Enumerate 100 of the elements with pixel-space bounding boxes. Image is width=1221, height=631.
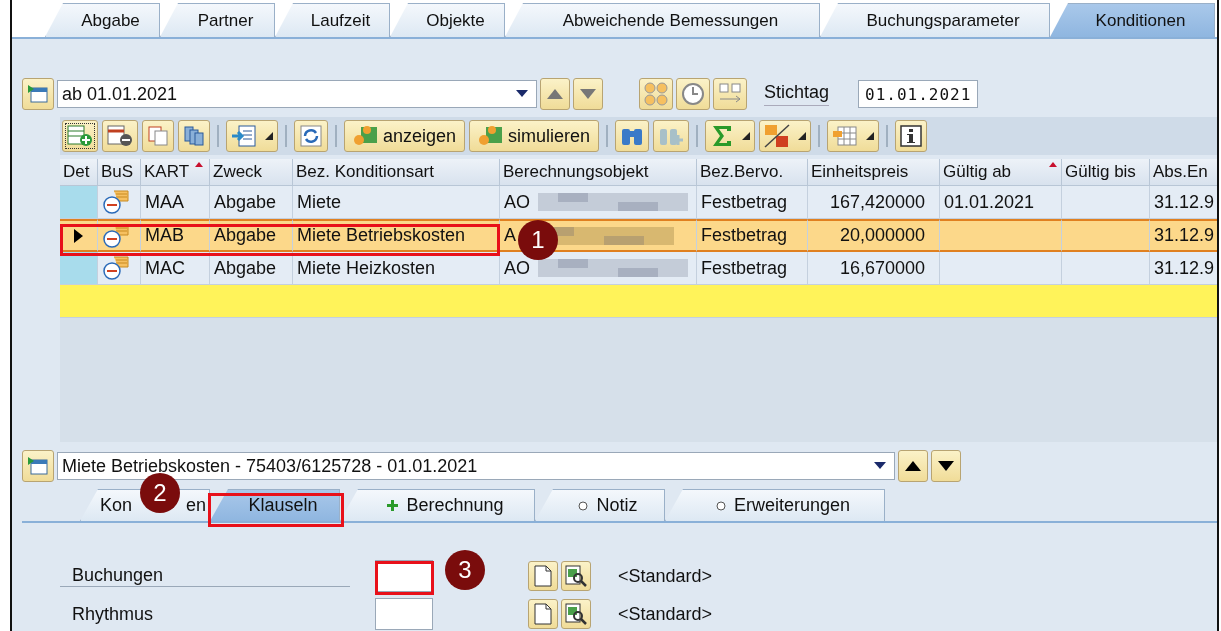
refresh-button[interactable] <box>294 120 328 152</box>
tab[interactable]: Partner <box>160 3 275 37</box>
coins-icon <box>478 125 505 147</box>
circle-icon <box>578 500 589 511</box>
tab[interactable]: Objekte <box>390 3 505 37</box>
page-magnifier-icon <box>565 565 587 587</box>
column-header[interactable]: BuS <box>98 159 141 186</box>
default-value: <Standard> <box>618 565 713 587</box>
table-cell: Miete Betriebskosten <box>293 219 500 252</box>
grid-icon <box>832 125 859 147</box>
timeline-button[interactable] <box>713 78 747 110</box>
row-plus-icon <box>67 125 93 147</box>
copy-icon <box>147 125 169 147</box>
down-triangle-icon <box>580 89 596 99</box>
condition-icon <box>102 255 130 281</box>
tab[interactable]: Buchungsparameter <box>820 3 1050 37</box>
column-header[interactable]: Gültig bis <box>1062 159 1150 186</box>
info-icon <box>900 125 923 147</box>
tab[interactable]: Erweiterungen <box>665 489 885 521</box>
date-field[interactable]: 01.01.2021 <box>858 80 979 108</box>
field-label: Buchungen <box>60 565 350 587</box>
column-header[interactable]: Det <box>60 159 98 186</box>
window-icon <box>27 84 49 104</box>
table-cell: A <box>504 225 516 246</box>
plus-icon <box>387 500 399 511</box>
table-cell: 20,000000 <box>808 219 940 252</box>
info-button[interactable] <box>895 120 928 152</box>
column-header[interactable]: Berechnungsobjekt <box>500 159 697 186</box>
column-header[interactable]: Gültig ab <box>940 159 1062 186</box>
row-minus-icon <box>107 125 133 147</box>
subtotal-button[interactable] <box>759 120 812 152</box>
tab[interactable]: Konditionen <box>1050 3 1215 37</box>
table-cell: 31.12.9 <box>1150 252 1217 285</box>
clocks-button[interactable] <box>639 78 673 110</box>
table-cell: 167,420000 <box>808 186 940 219</box>
table-cell: Abgabe <box>210 252 293 285</box>
down-triangle-icon <box>938 461 954 471</box>
display-button[interactable] <box>561 561 591 591</box>
table-cell: Miete <box>293 186 500 219</box>
find-button[interactable] <box>615 120 650 152</box>
circle-icon <box>715 500 726 511</box>
table-cell: 31.12.9 <box>1150 219 1217 252</box>
multi-copy-button[interactable] <box>178 120 210 152</box>
table-cell: AO <box>504 257 530 279</box>
tab[interactable]: Laufzeit <box>275 3 390 37</box>
dropdown-arrow-icon <box>874 462 886 470</box>
toolbar-button[interactable]: simulieren <box>469 120 600 152</box>
dropdown-corner-icon <box>798 132 807 140</box>
window-icon <box>27 456 49 476</box>
column-header[interactable]: Zweck <box>210 159 293 186</box>
table-cell: MAB <box>141 219 210 252</box>
column-header[interactable]: Bez.Bervo. <box>697 159 808 186</box>
sigma-slash-icon <box>764 124 791 148</box>
import-list-icon <box>231 125 257 147</box>
column-header[interactable]: Abs.En <box>1150 159 1217 186</box>
input-field[interactable] <box>375 598 433 630</box>
field-label: Rhythmus <box>71 603 155 625</box>
table-cell: AO <box>504 191 530 213</box>
clocks-icon <box>644 82 668 106</box>
dropdown-corner-icon <box>742 132 751 140</box>
clock-button[interactable] <box>676 78 710 110</box>
layout-button[interactable] <box>22 450 54 482</box>
table-cell: Abgabe <box>210 186 293 219</box>
layout-grid-button[interactable] <box>827 120 880 152</box>
delete-row-button[interactable] <box>102 120 138 152</box>
table-cell: 31.12.9 <box>1150 186 1217 219</box>
column-header[interactable]: Bez. Konditionsart <box>293 159 500 186</box>
find-next-button[interactable] <box>653 120 690 152</box>
condition-dropdown[interactable]: Miete Betriebskosten - 75403/6125728 - 01.01.2021 <box>57 452 895 480</box>
column-header[interactable]: Einheitspreis <box>808 159 940 186</box>
column-header[interactable]: KART <box>141 159 210 186</box>
display-button[interactable] <box>561 599 591 629</box>
period-dropdown[interactable]: ab 01.01.2021 <box>57 80 537 108</box>
default-value: <Standard> <box>618 603 713 625</box>
toolbar-button[interactable]: anzeigen <box>344 120 466 152</box>
stacked-pages-icon <box>183 125 205 147</box>
clock-icon <box>681 82 705 106</box>
tab[interactable]: Notiz <box>535 489 665 521</box>
previous-button[interactable] <box>898 450 928 482</box>
table-cell: Miete Heizkosten <box>293 252 500 285</box>
field-label: Stichtag <box>764 82 830 106</box>
next-button[interactable] <box>931 450 961 482</box>
row-marker-icon <box>74 228 83 243</box>
layout-button[interactable] <box>22 78 54 110</box>
add-row-button[interactable] <box>62 120 98 152</box>
dropdown-corner-icon <box>866 132 875 140</box>
refresh-icon <box>299 124 323 148</box>
tab[interactable]: Abweichende Bemessungen <box>505 3 820 37</box>
page-magnifier-icon <box>565 603 587 625</box>
dropdown-arrow-icon <box>516 90 528 98</box>
table-cell: Abgabe <box>210 219 293 252</box>
condition-icon <box>102 189 130 215</box>
up-triangle-icon <box>905 461 921 471</box>
tab[interactable]: Abgabe <box>45 3 160 37</box>
import-button[interactable] <box>226 120 278 152</box>
dropdown-corner-icon <box>265 132 273 140</box>
table-cell: Festbetrag <box>697 219 808 252</box>
table-cell: Festbetrag <box>697 186 808 219</box>
table-cell: MAC <box>141 252 210 285</box>
page-icon <box>534 603 552 625</box>
